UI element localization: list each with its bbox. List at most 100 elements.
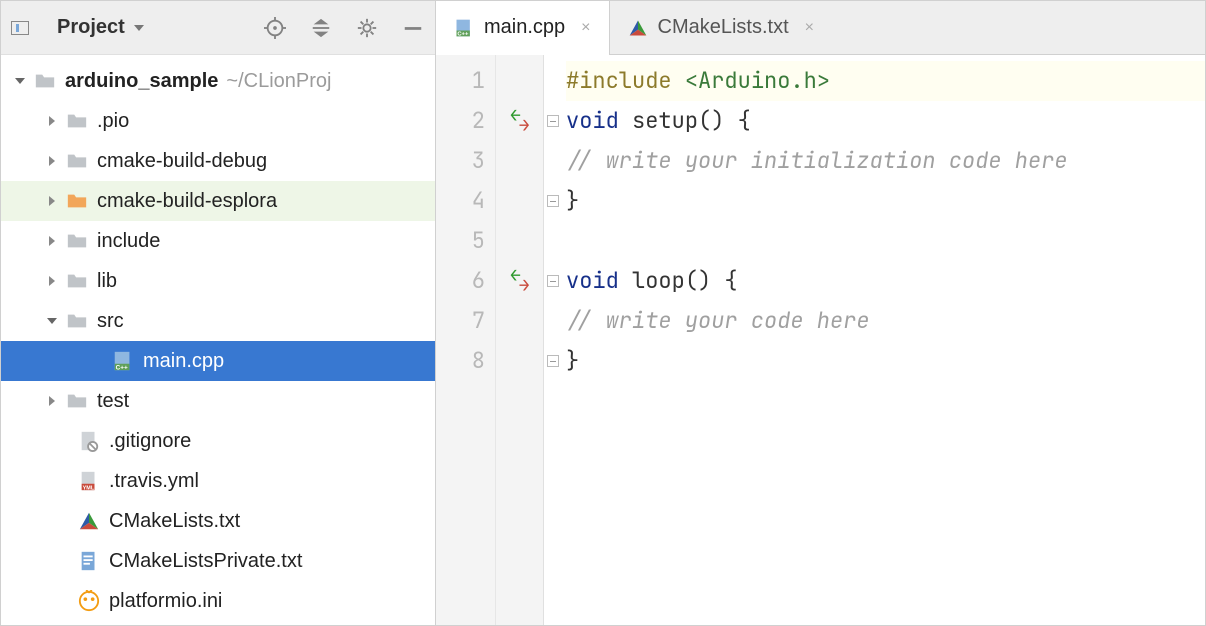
tree-label: .pio (97, 110, 129, 133)
project-toolbar: Project (1, 1, 435, 55)
code-editor[interactable]: 1 2 3 4 5 6 7 8 →→ →→ (436, 55, 1205, 625)
cpp-file-icon: C++ (111, 349, 135, 373)
tree-label: .travis.yml (109, 470, 199, 493)
line-number: 2 (436, 101, 485, 141)
toolbar-actions (263, 16, 425, 40)
tree-label: .gitignore (109, 430, 191, 453)
tree-item-cmakelists[interactable]: CMakeLists.txt (1, 501, 435, 541)
folder-icon (65, 229, 89, 253)
gutter-markers: →→ →→ (496, 55, 544, 625)
tree-label: main.cpp (143, 350, 224, 373)
code-line: #include <Arduino.h> (566, 61, 1205, 101)
tree-label: CMakeListsPrivate.txt (109, 550, 302, 573)
chevron-right-icon (45, 234, 59, 248)
svg-text:C++: C++ (457, 31, 469, 37)
tree-label: CMakeLists.txt (109, 510, 240, 533)
line-number: 5 (436, 221, 485, 261)
folder-icon (65, 149, 89, 173)
expand-all-icon[interactable] (309, 16, 333, 40)
fold-toggle-icon[interactable] (547, 355, 559, 367)
tree-item-travis-yml[interactable]: YML .travis.yml (1, 461, 435, 501)
tree-label: platformio.ini (109, 590, 222, 613)
tab-main-cpp[interactable]: C++ main.cpp × (436, 1, 610, 54)
chevron-right-icon (45, 194, 59, 208)
editor-area: C++ main.cpp × CMakeLists.txt × 1 2 3 4 … (436, 1, 1205, 625)
tree-path-hint: ~/CLionProj (226, 70, 331, 93)
tree-item-src[interactable]: src (1, 301, 435, 341)
tree-item-lib[interactable]: lib (1, 261, 435, 301)
chevron-right-icon (45, 394, 59, 408)
folder-icon (65, 109, 89, 133)
chevron-right-icon (45, 274, 59, 288)
folder-excluded-icon (65, 189, 89, 213)
project-sidebar: Project a (1, 1, 436, 625)
fold-toggle-icon[interactable] (547, 195, 559, 207)
text-file-icon (77, 549, 101, 573)
override-marker-icon[interactable]: →→ (510, 271, 530, 291)
fold-toggle-icon[interactable] (547, 275, 559, 287)
editor-tabs: C++ main.cpp × CMakeLists.txt × (436, 1, 1205, 55)
code-line: } (566, 181, 1205, 221)
chevron-right-icon (45, 154, 59, 168)
cmake-file-icon (628, 18, 648, 38)
yaml-file-icon: YML (77, 469, 101, 493)
project-view-label: Project (57, 16, 125, 39)
toolwindow-icon (11, 21, 29, 35)
tree-label: include (97, 230, 160, 253)
code-line (566, 221, 1205, 261)
platformio-icon (77, 589, 101, 613)
tree-item-main-cpp[interactable]: C++ main.cpp (1, 341, 435, 381)
project-view-dropdown[interactable]: Project (57, 16, 145, 39)
line-number: 1 (436, 61, 485, 101)
svg-text:C++: C++ (116, 364, 128, 371)
project-tree: arduino_sample ~/CLionProj .pio cmake-bu… (1, 55, 435, 625)
chevron-down-icon (13, 74, 27, 88)
file-ignored-icon (77, 429, 101, 453)
chevron-down-icon (45, 314, 59, 328)
tree-label: test (97, 390, 129, 413)
line-number-gutter: 1 2 3 4 5 6 7 8 (436, 55, 496, 625)
code-line: // write your initialization code here (566, 141, 1205, 181)
tab-label: CMakeLists.txt (658, 16, 789, 39)
chevron-down-icon (133, 22, 145, 34)
tree-item-cmake-build-debug[interactable]: cmake-build-debug (1, 141, 435, 181)
folder-icon (65, 269, 89, 293)
cpp-file-icon: C++ (454, 18, 474, 38)
gear-icon[interactable] (355, 16, 379, 40)
tree-item-platformio-ini[interactable]: platformio.ini (1, 581, 435, 621)
cmake-file-icon (77, 509, 101, 533)
tab-label: main.cpp (484, 16, 565, 39)
tree-label: cmake-build-esplora (97, 190, 277, 213)
folder-icon (65, 389, 89, 413)
line-number: 4 (436, 181, 485, 221)
tab-cmakelists[interactable]: CMakeLists.txt × (610, 1, 833, 54)
fold-gutter (544, 55, 562, 625)
code-line: } (566, 341, 1205, 381)
chevron-right-icon (45, 114, 59, 128)
tree-item-test[interactable]: test (1, 381, 435, 421)
tree-item-cmake-build-esplora[interactable]: cmake-build-esplora (1, 181, 435, 221)
fold-toggle-icon[interactable] (547, 115, 559, 127)
tree-item-gitignore[interactable]: .gitignore (1, 421, 435, 461)
line-number: 7 (436, 301, 485, 341)
tree-item-cmakelistsprivate[interactable]: CMakeListsPrivate.txt (1, 541, 435, 581)
line-number: 6 (436, 261, 485, 301)
tree-item-include[interactable]: include (1, 221, 435, 261)
minimize-icon[interactable] (401, 16, 425, 40)
tree-root-arduino-sample[interactable]: arduino_sample ~/CLionProj (1, 61, 435, 101)
tree-item-pio[interactable]: .pio (1, 101, 435, 141)
locate-icon[interactable] (263, 16, 287, 40)
ide-frame: Project a (0, 0, 1206, 626)
tree-label: arduino_sample (65, 70, 218, 93)
svg-text:YML: YML (83, 485, 95, 491)
code-line: void loop() { (566, 261, 1205, 301)
code-line: void setup() { (566, 101, 1205, 141)
code-line: // write your code here (566, 301, 1205, 341)
line-number: 3 (436, 141, 485, 181)
override-marker-icon[interactable]: →→ (510, 111, 530, 131)
close-icon[interactable]: × (581, 19, 590, 37)
folder-icon (65, 309, 89, 333)
code-content[interactable]: #include <Arduino.h> void setup() { // w… (562, 55, 1205, 625)
line-number: 8 (436, 341, 485, 381)
close-icon[interactable]: × (805, 19, 814, 37)
